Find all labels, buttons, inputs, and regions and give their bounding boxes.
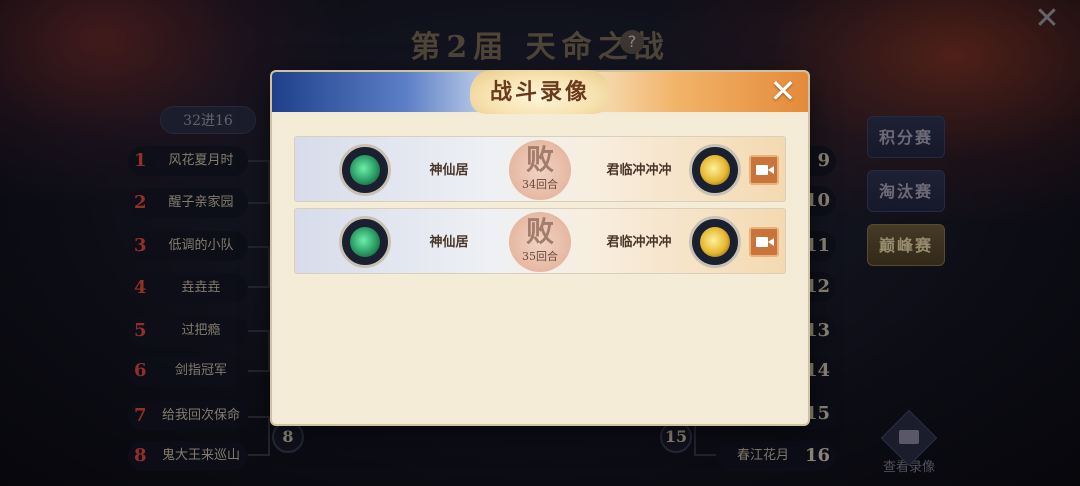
result-text: 败	[525, 143, 554, 176]
green-dragon-icon	[350, 227, 380, 257]
round-count: 34回合	[522, 178, 558, 191]
player-avatar-left	[339, 144, 391, 196]
replay-record-row: 神仙居 败 35回合 君临冲冲冲	[294, 208, 786, 274]
play-video-button[interactable]	[749, 155, 779, 185]
player-avatar-left	[339, 216, 391, 268]
video-camera-icon	[756, 165, 768, 175]
result-badge: 败 34回合	[509, 140, 571, 200]
player-name-right: 君临冲冲冲	[606, 235, 672, 250]
video-camera-lens	[768, 166, 774, 174]
video-camera-icon	[756, 237, 768, 247]
modal-body: 神仙居 败 34回合 君临冲冲冲 神仙居 败 35回合 君临冲冲冲	[278, 114, 802, 418]
green-dragon-icon	[350, 155, 380, 185]
golden-dragon-icon	[700, 227, 730, 257]
result-text: 败	[525, 215, 554, 248]
replay-record-row: 神仙居 败 34回合 君临冲冲冲	[294, 136, 786, 202]
modal-close-icon[interactable]: ✕	[766, 74, 800, 108]
battle-replay-modal: 战斗录像 ✕ 神仙居 败 34回合 君临冲冲冲 神仙居 败 35回合 君临冲冲冲	[272, 70, 808, 424]
play-video-button[interactable]	[749, 227, 779, 257]
player-name-left: 神仙居	[429, 235, 469, 250]
player-name-right: 君临冲冲冲	[606, 163, 672, 178]
result-badge: 败 35回合	[509, 212, 571, 272]
player-avatar-right	[689, 216, 741, 268]
player-avatar-right	[689, 144, 741, 196]
golden-dragon-icon	[700, 155, 730, 185]
player-name-left: 神仙居	[429, 163, 469, 178]
video-camera-lens	[768, 238, 774, 246]
modal-title: 战斗录像	[470, 70, 610, 114]
round-count: 35回合	[522, 250, 558, 263]
